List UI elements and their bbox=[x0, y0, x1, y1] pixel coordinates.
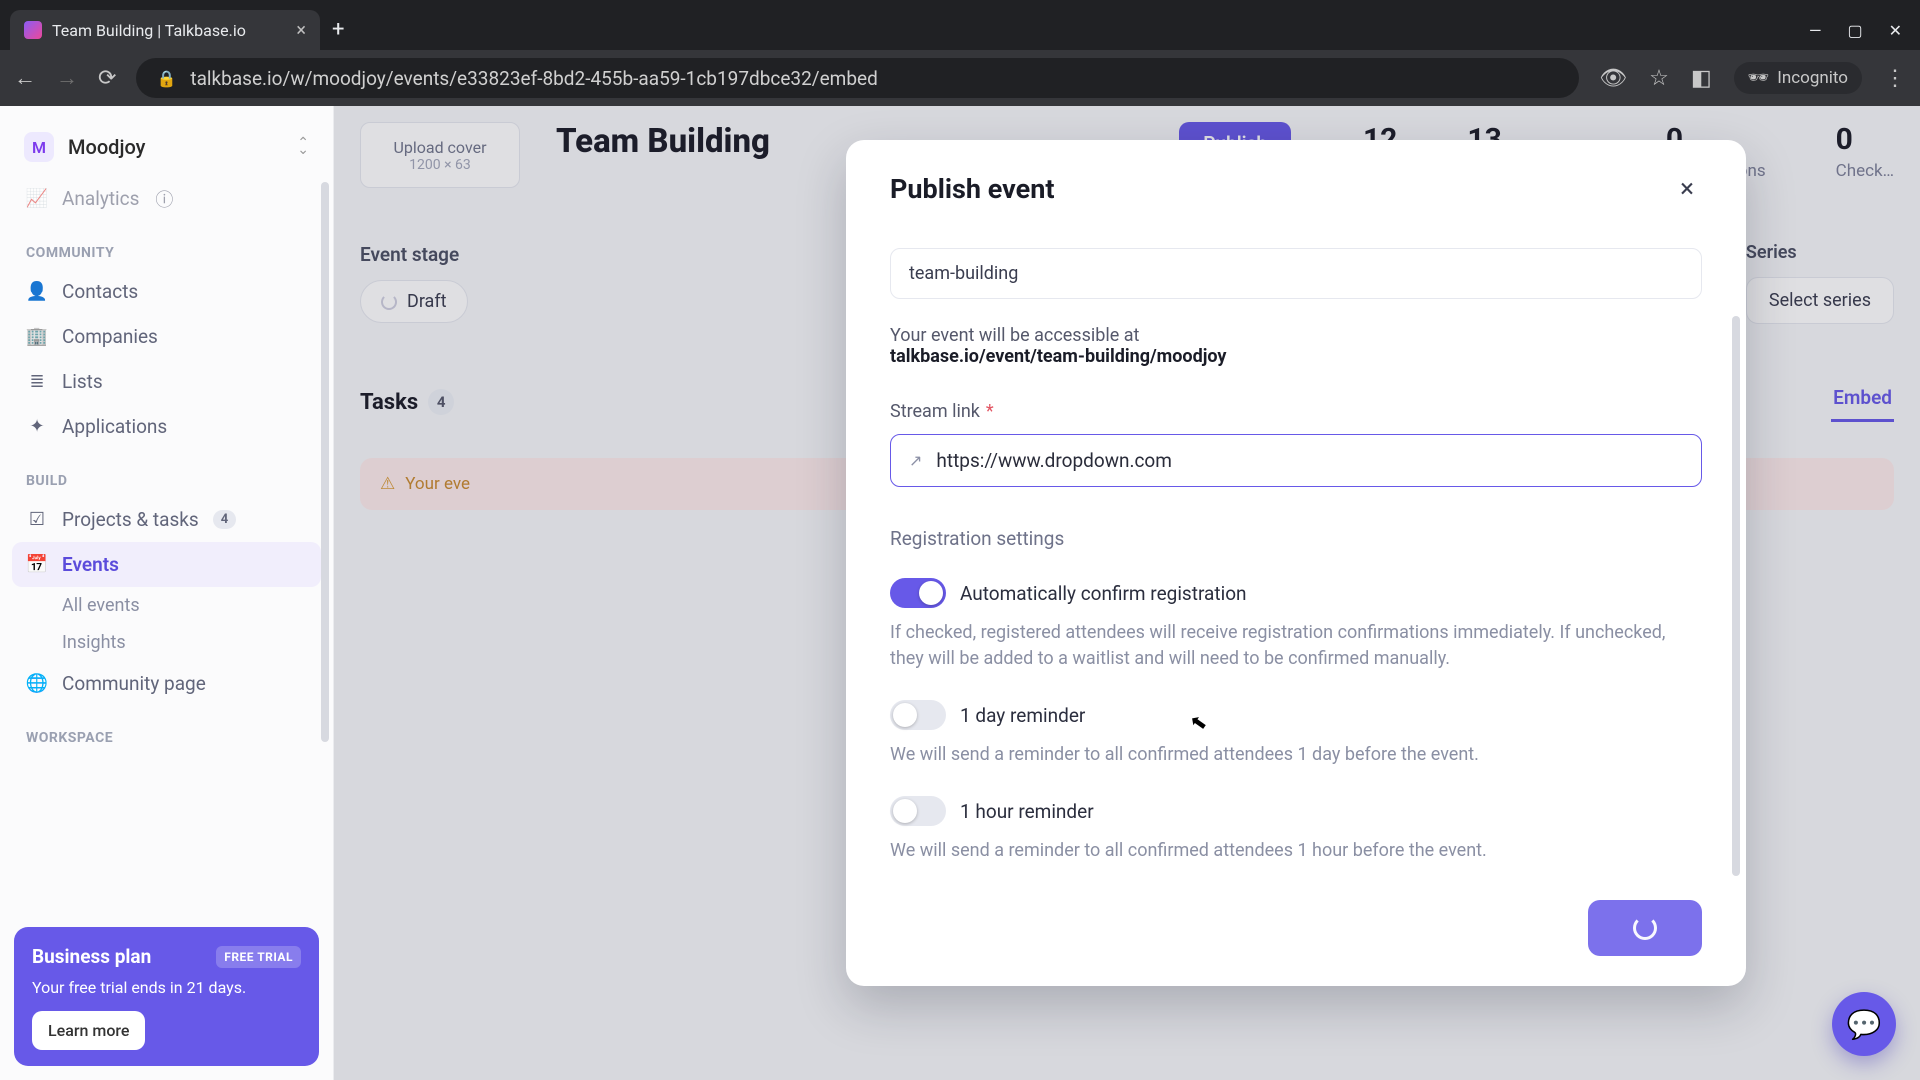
sidebar-item-companies[interactable]: 🏢 Companies bbox=[12, 314, 321, 359]
maximize-icon[interactable]: ▢ bbox=[1847, 21, 1862, 40]
section-title-build: BUILD bbox=[12, 465, 321, 497]
building-icon: 🏢 bbox=[26, 326, 48, 348]
sidebar-item-label: Analytics bbox=[62, 187, 139, 210]
sidebar-item-label: Applications bbox=[62, 415, 167, 438]
eye-off-icon[interactable]: 👁︎ bbox=[1599, 66, 1627, 91]
sidebar-item-label: Contacts bbox=[62, 280, 138, 303]
sidebar-scrollbar[interactable] bbox=[321, 182, 329, 742]
incognito-label: Incognito bbox=[1777, 68, 1848, 88]
close-tab-icon[interactable]: × bbox=[296, 20, 306, 41]
sidebar-item-contacts[interactable]: 👤 Contacts bbox=[12, 269, 321, 314]
learn-more-button[interactable]: Learn more bbox=[32, 1011, 145, 1050]
sidebar-item-label: Projects & tasks bbox=[62, 508, 199, 531]
browser-toolbar: ← → ⟳ 🔒 talkbase.io/w/moodjoy/events/e33… bbox=[0, 50, 1920, 106]
calendar-icon: 📅 bbox=[26, 554, 48, 576]
submit-button[interactable] bbox=[1588, 900, 1702, 956]
external-link-icon: ↗ bbox=[909, 451, 922, 470]
main-content: Upload cover 1200 × 63 Team Building Pub… bbox=[334, 106, 1920, 1080]
stream-link-input[interactable]: ↗ bbox=[890, 434, 1702, 487]
required-asterisk: * bbox=[986, 401, 994, 422]
sidebar-item-analytics[interactable]: 📈 Analytics ⓘ bbox=[12, 176, 321, 221]
workspace-switcher[interactable]: M Moodjoy ⌃⌄ bbox=[12, 124, 321, 170]
browser-tab[interactable]: Team Building | Talkbase.io × bbox=[10, 10, 320, 50]
address-bar[interactable]: 🔒 talkbase.io/w/moodjoy/events/e33823ef-… bbox=[136, 58, 1579, 98]
sidebar-item-label: Companies bbox=[62, 325, 158, 348]
new-tab-button[interactable]: + bbox=[332, 17, 344, 42]
trial-card: Business plan FREE TRIAL Your free trial… bbox=[14, 927, 319, 1066]
modal-title: Publish event bbox=[890, 173, 1054, 205]
access-text: Your event will be accessible at talkbas… bbox=[890, 325, 1702, 367]
sidebar-item-events[interactable]: 📅 Events bbox=[12, 542, 321, 587]
section-title-workspace: WORKSPACE bbox=[12, 722, 321, 754]
lock-icon: 🔒 bbox=[156, 69, 176, 88]
favicon-icon bbox=[24, 21, 42, 39]
sidebar-item-lists[interactable]: ≣ Lists bbox=[12, 359, 321, 404]
modal-scrollbar[interactable] bbox=[1732, 316, 1740, 876]
chevron-up-down-icon: ⌃⌄ bbox=[297, 140, 309, 154]
trial-badge: FREE TRIAL bbox=[216, 946, 301, 968]
sidebar-item-community-page[interactable]: 🌐 Community page bbox=[12, 661, 321, 706]
toggle-description: We will send a reminder to all confirmed… bbox=[890, 838, 1702, 864]
panel-icon[interactable]: ◧ bbox=[1691, 66, 1712, 91]
minimize-icon[interactable]: — bbox=[1809, 21, 1822, 40]
star-icon[interactable]: ☆ bbox=[1649, 66, 1669, 91]
list-icon: ≣ bbox=[26, 371, 48, 393]
sidebar-item-label: Lists bbox=[62, 370, 103, 393]
slug-value: team-building bbox=[909, 263, 1018, 284]
stream-link-field[interactable] bbox=[936, 449, 1683, 472]
chart-icon: 📈 bbox=[26, 188, 48, 210]
check-square-icon: ☑ bbox=[26, 509, 48, 531]
toggle-label: Automatically confirm registration bbox=[960, 582, 1247, 605]
workspace-name: Moodjoy bbox=[68, 135, 283, 159]
toggle-description: We will send a reminder to all confirmed… bbox=[890, 742, 1702, 768]
forward-icon[interactable]: → bbox=[56, 65, 78, 91]
window-controls: — ▢ ✕ bbox=[1809, 21, 1902, 50]
sidebar-subitem-all-events[interactable]: All events bbox=[12, 587, 321, 624]
loading-spinner-icon bbox=[1633, 916, 1657, 940]
kebab-menu-icon[interactable]: ⋮ bbox=[1884, 66, 1906, 91]
registration-settings-title: Registration settings bbox=[890, 527, 1702, 550]
sidebar-item-projects[interactable]: ☑ Projects & tasks 4 bbox=[12, 497, 321, 542]
toggle-description: If checked, registered attendees will re… bbox=[890, 620, 1702, 672]
sidebar-subitem-insights[interactable]: Insights bbox=[12, 624, 321, 661]
sidebar-item-applications[interactable]: ✦ Applications bbox=[12, 404, 321, 449]
close-icon[interactable]: × bbox=[1672, 170, 1702, 208]
sparkle-icon: ✦ bbox=[26, 416, 48, 438]
incognito-icon: 🕶 bbox=[1748, 68, 1770, 88]
access-url: talkbase.io/event/team-building/moodjoy bbox=[890, 346, 1226, 367]
sidebar-item-label: Events bbox=[62, 553, 119, 576]
toggle-label: 1 day reminder bbox=[960, 704, 1085, 727]
toggle-1day-reminder[interactable] bbox=[890, 700, 946, 730]
toggle-1hour-reminder[interactable] bbox=[890, 796, 946, 826]
toggle-auto-confirm[interactable] bbox=[890, 578, 946, 608]
slug-input[interactable]: team-building bbox=[890, 248, 1702, 299]
chat-fab-button[interactable]: 💬 bbox=[1832, 992, 1896, 1056]
sidebar-item-label: Community page bbox=[62, 672, 206, 695]
globe-icon: 🌐 bbox=[26, 673, 48, 695]
access-pre: Your event will be accessible at bbox=[890, 325, 1139, 346]
workspace-initial: M bbox=[24, 132, 54, 162]
browser-tabstrip: Team Building | Talkbase.io × + — ▢ ✕ bbox=[0, 0, 1920, 50]
info-icon: ⓘ bbox=[153, 188, 175, 210]
projects-badge: 4 bbox=[213, 510, 236, 529]
reload-icon[interactable]: ⟳ bbox=[98, 66, 116, 91]
toggle-label: 1 hour reminder bbox=[960, 800, 1094, 823]
tab-title: Team Building | Talkbase.io bbox=[52, 21, 286, 40]
user-icon: 👤 bbox=[26, 281, 48, 303]
url-text: talkbase.io/w/moodjoy/events/e33823ef-8b… bbox=[190, 67, 877, 90]
incognito-badge[interactable]: 🕶 Incognito bbox=[1734, 62, 1862, 94]
close-window-icon[interactable]: ✕ bbox=[1889, 21, 1902, 40]
chat-icon: 💬 bbox=[1847, 1008, 1882, 1041]
publish-event-modal: Publish event × team-building Your event… bbox=[846, 140, 1746, 986]
sidebar: M Moodjoy ⌃⌄ 📈 Analytics ⓘ COMMUNITY 👤 C… bbox=[0, 106, 334, 1080]
trial-subtitle: Your free trial ends in 21 days. bbox=[32, 978, 301, 997]
back-icon[interactable]: ← bbox=[14, 65, 36, 91]
section-title-community: COMMUNITY bbox=[12, 237, 321, 269]
trial-title: Business plan bbox=[32, 945, 151, 968]
stream-link-label: Stream link * bbox=[890, 401, 1702, 422]
